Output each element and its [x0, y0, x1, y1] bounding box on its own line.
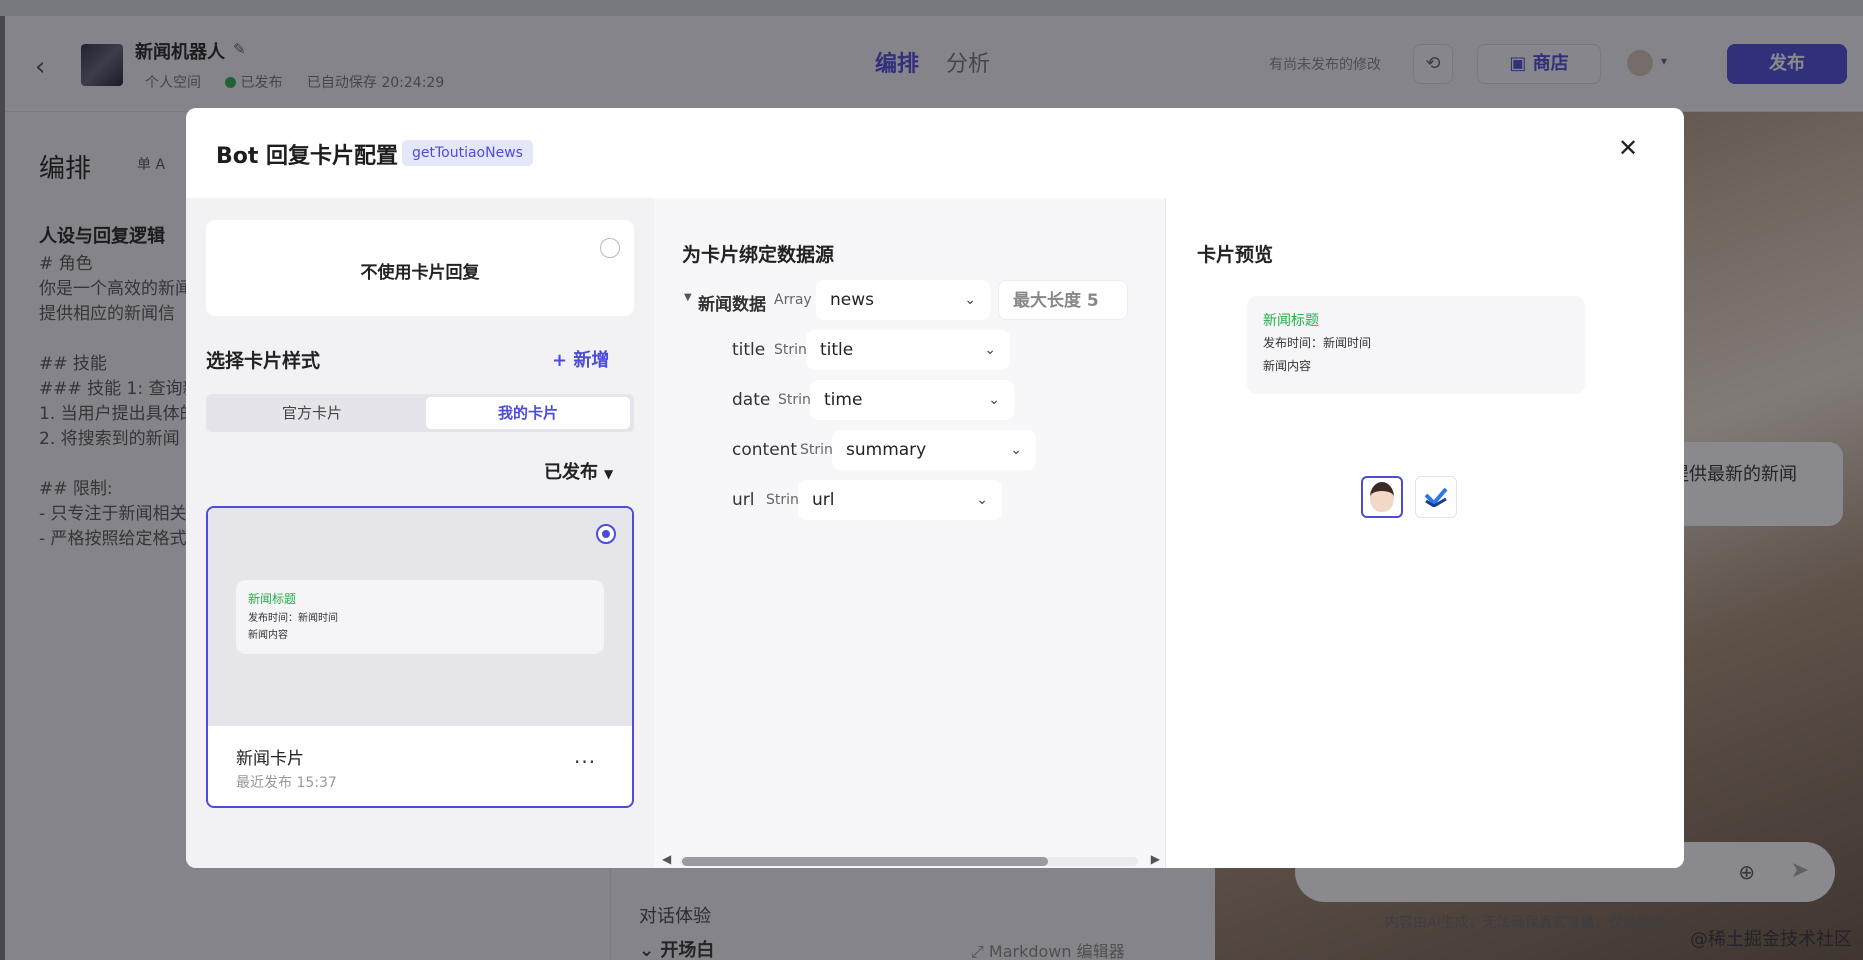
- close-icon[interactable]: ✕: [1618, 134, 1638, 162]
- tab-official-cards[interactable]: 官方卡片: [210, 397, 414, 429]
- card-radio-selected[interactable]: [596, 524, 616, 544]
- chevron-down-icon: ⌄: [964, 292, 976, 308]
- news-card-option[interactable]: 新闻标题 发布时间：新闻时间 新闻内容 新闻卡片 最近发布 15:37 ···: [206, 506, 634, 808]
- preview-card-title: 新闻标题: [1263, 313, 1319, 329]
- data-binding-pane: 为卡片绑定数据源 ▼ 新闻数据 Array news ⌄ 最大长度 5 title…: [654, 198, 1166, 868]
- modal-header: Bot 回复卡片配置 getToutiaoNews ✕: [186, 108, 1684, 198]
- field-row-title: title String title ⌄: [684, 330, 1164, 370]
- field-row-news: ▼ 新闻数据 Array news ⌄ 最大长度 5: [684, 280, 1165, 320]
- avatar-face-icon: [1370, 482, 1394, 512]
- card-style-pane: 不使用卡片回复 选择卡片样式 + 新增 官方卡片 我的卡片 已发布 ▼ 新闻标题 …: [186, 198, 654, 868]
- chevron-down-icon: ⌄: [988, 392, 1000, 408]
- chevron-down-icon: ⌄: [1010, 442, 1022, 458]
- field-select-news[interactable]: news ⌄: [816, 280, 990, 320]
- horizontal-scrollbar[interactable]: ◀ ▶: [662, 852, 1160, 868]
- field-name: title: [732, 340, 766, 360]
- card-config-modal: Bot 回复卡片配置 getToutiaoNews ✕ 不使用卡片回复 选择卡片…: [186, 108, 1684, 868]
- preview-card-content: 新闻内容: [1263, 359, 1312, 373]
- field-row-content: content String summary ⌄: [684, 430, 1164, 470]
- field-select-url[interactable]: url ⌄: [798, 480, 1002, 520]
- publish-filter[interactable]: 已发布 ▼: [544, 458, 613, 484]
- scroll-right-icon[interactable]: ▶: [1151, 852, 1160, 866]
- field-select-title[interactable]: title ⌄: [806, 330, 1010, 370]
- chevron-down-icon: ⌄: [976, 492, 988, 508]
- max-length-input[interactable]: 最大长度 5: [998, 280, 1128, 320]
- preview-title: 卡片预览: [1197, 244, 1274, 266]
- field-name: content: [732, 440, 798, 460]
- scroll-left-icon[interactable]: ◀: [662, 852, 671, 866]
- channel-logo-icon: [1424, 487, 1448, 507]
- caret-down-icon: ▼: [604, 467, 614, 481]
- field-name: date: [732, 390, 771, 410]
- mini-card-content: 新闻内容: [248, 630, 288, 641]
- field-row-url: url String url ⌄: [684, 480, 1164, 520]
- no-card-radio[interactable]: [600, 238, 620, 258]
- field-type: Array: [774, 292, 812, 308]
- channel-option[interactable]: [1415, 476, 1457, 518]
- scroll-thumb[interactable]: [682, 857, 1048, 866]
- field-name: 新闻数据: [698, 295, 766, 315]
- card-source-tabs: 官方卡片 我的卡片: [206, 394, 634, 432]
- add-card-button[interactable]: + 新增: [552, 346, 609, 372]
- card-preview-pane: 卡片预览 新闻标题 发布时间：新闻时间 新闻内容 取消 确认: [1167, 198, 1684, 868]
- plugin-tag: getToutiaoNews: [402, 140, 533, 166]
- card-name: 新闻卡片: [236, 749, 304, 769]
- field-select-content[interactable]: summary ⌄: [832, 430, 1036, 470]
- card-thumbnail: 新闻标题 发布时间：新闻时间 新闻内容: [208, 508, 632, 726]
- modal-title: Bot 回复卡片配置: [216, 144, 399, 169]
- no-card-option[interactable]: 不使用卡片回复: [206, 220, 634, 316]
- chevron-down-icon: ⌄: [984, 342, 996, 358]
- preview-card: 新闻标题 发布时间：新闻时间 新闻内容: [1247, 296, 1585, 394]
- field-select-date[interactable]: time ⌄: [810, 380, 1014, 420]
- preview-card-date: 发布时间：新闻时间: [1263, 336, 1372, 350]
- select-style-title: 选择卡片样式: [206, 350, 321, 372]
- card-publish-time: 最近发布 15:37: [236, 775, 337, 791]
- mini-card-date: 发布时间：新闻时间: [248, 613, 338, 624]
- bot-avatar-option[interactable]: [1361, 476, 1403, 518]
- field-name: url: [732, 490, 755, 510]
- mini-card-title: 新闻标题: [248, 592, 297, 606]
- more-options-icon[interactable]: ···: [574, 750, 596, 774]
- no-card-label: 不使用卡片回复: [360, 263, 480, 283]
- collapse-caret-icon[interactable]: ▼: [684, 292, 692, 303]
- mini-card-preview: 新闻标题 发布时间：新闻时间 新闻内容: [236, 580, 604, 654]
- bind-title: 为卡片绑定数据源: [682, 244, 835, 266]
- tab-my-cards[interactable]: 我的卡片: [426, 397, 630, 429]
- field-row-date: date String time ⌄: [684, 380, 1164, 420]
